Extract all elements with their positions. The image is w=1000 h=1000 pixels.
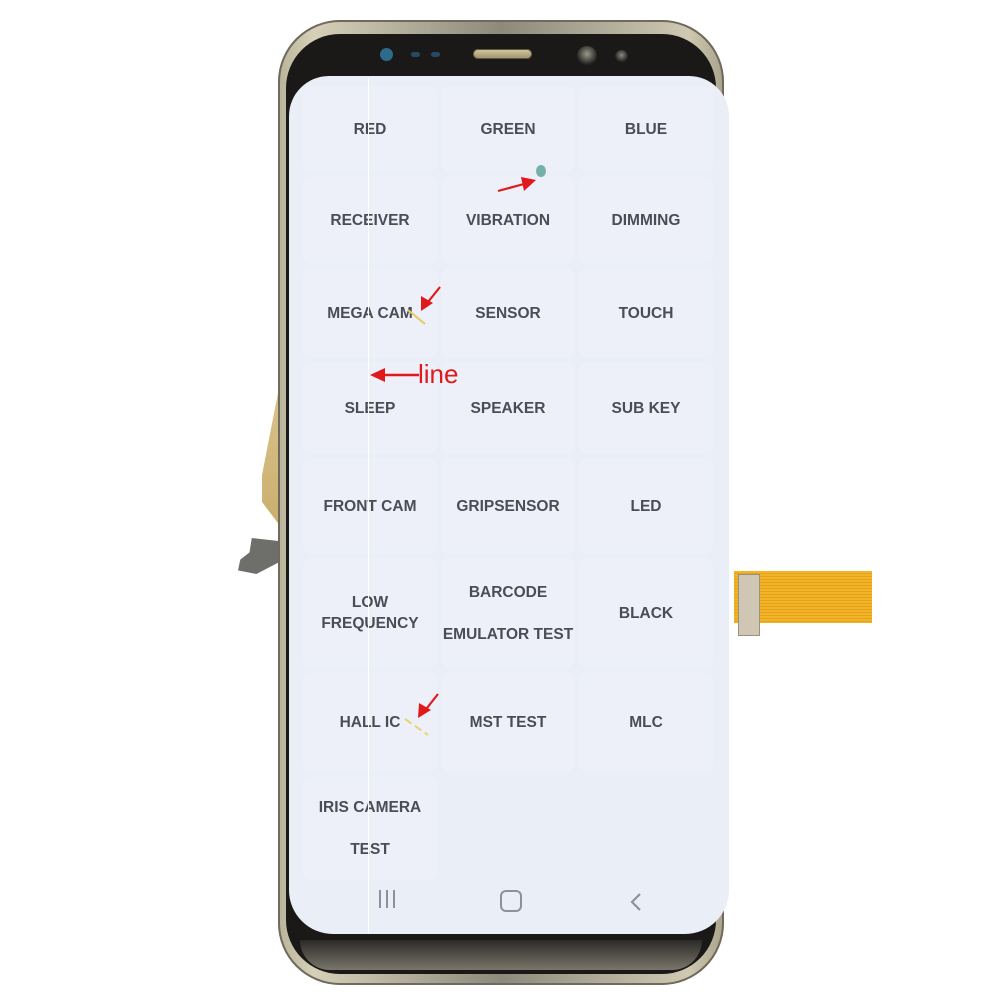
test-menu-item-label: MLC xyxy=(629,713,663,731)
recents-icon xyxy=(379,890,381,908)
test-menu-item-label: TOUCH xyxy=(618,304,674,322)
test-menu-item-label: TEST xyxy=(350,840,390,858)
empty-cell xyxy=(579,776,713,880)
test-menu-item-sub-key[interactable]: SUB KEY xyxy=(579,362,713,454)
earpiece-speaker xyxy=(473,49,532,59)
flex-cable-connector xyxy=(738,574,760,636)
test-menu-item-label: BLACK xyxy=(618,604,674,622)
screen-defect-line xyxy=(368,78,369,934)
test-menu-item-mlc[interactable]: MLC xyxy=(579,672,713,772)
test-menu-item-label: RECEIVER xyxy=(330,211,410,229)
back-button[interactable] xyxy=(627,890,647,914)
test-menu-item-label: BARCODE xyxy=(468,583,548,601)
test-menu-item-label: FRONT CAM xyxy=(323,497,417,515)
test-menu-item-hall-ic[interactable]: HALL IC xyxy=(303,672,437,772)
test-menu-item-blue[interactable]: BLUE xyxy=(579,86,713,172)
test-menu-item-label: RED xyxy=(353,120,387,138)
test-menu-item-receiver[interactable]: RECEIVER xyxy=(303,176,437,264)
test-menu-item-mst-test[interactable]: MST TEST xyxy=(441,672,575,772)
test-menu-item-label: SUB KEY xyxy=(611,399,681,417)
test-menu-item-label: BLUE xyxy=(624,120,668,138)
back-chevron-icon xyxy=(630,893,641,911)
test-menu-item-label: HALL IC xyxy=(339,713,401,731)
home-button[interactable] xyxy=(500,890,522,912)
test-menu-item-low-frequency[interactable]: LOW FREQUENCY xyxy=(303,558,437,668)
test-menu-item-dimming[interactable]: DIMMING xyxy=(579,176,713,264)
test-menu-item-barcode-emulator-test[interactable]: BARCODE EMULATOR TEST xyxy=(441,558,575,668)
test-menu-item-green[interactable]: GREEN xyxy=(441,86,575,172)
test-menu-item-black[interactable]: BLACK xyxy=(579,558,713,668)
test-menu-item-led[interactable]: LED xyxy=(579,458,713,554)
test-menu-item-sleep[interactable]: SLEEP xyxy=(303,362,437,454)
light-sensor-icon xyxy=(431,52,440,57)
test-menu-item-label: MEGA CAM xyxy=(327,304,413,322)
test-menu-item-label: GREEN xyxy=(480,120,536,138)
empty-cell xyxy=(441,776,575,880)
test-menu-item-label: EMULATOR TEST xyxy=(442,625,574,643)
proximity-sensor-icon xyxy=(411,52,420,57)
recents-button[interactable] xyxy=(377,890,397,914)
front-camera-icon xyxy=(577,46,597,66)
test-menu-item-label: MST TEST xyxy=(469,713,547,731)
test-menu-item-label: VIBRATION xyxy=(465,211,551,229)
test-menu-item-label: SPEAKER xyxy=(470,399,546,417)
test-menu-item-red[interactable]: RED xyxy=(303,86,437,172)
test-menu-item-label: DIMMING xyxy=(611,211,681,229)
test-menu-item-label: IRIS CAMERA xyxy=(318,798,422,816)
test-menu-item-label: SLEEP xyxy=(344,399,396,417)
test-menu-item-label: SENSOR xyxy=(475,304,541,322)
iris-camera-icon xyxy=(615,50,628,63)
test-menu-item-label: GRIPSENSOR xyxy=(456,497,560,515)
test-menu-grid: RED GREEN BLUE RECEIVER VIBRATION DIMMING MEGA… xyxy=(303,86,713,880)
test-menu-item-label: LOW FREQUENCY xyxy=(321,594,419,632)
test-menu-item-front-cam[interactable]: FRONT CAM xyxy=(303,458,437,554)
test-menu-item-sensor[interactable]: SENSOR xyxy=(441,268,575,358)
test-menu-item-speaker[interactable]: SPEAKER xyxy=(441,362,575,454)
line-annotation-label: line xyxy=(418,359,459,389)
test-menu-item-touch[interactable]: TOUCH xyxy=(579,268,713,358)
iris-led-icon xyxy=(380,48,393,61)
bezel-bottom xyxy=(300,940,702,970)
test-menu-item-label: LED xyxy=(630,497,662,515)
test-menu-item-mega-cam[interactable]: MEGA CAM xyxy=(303,268,437,358)
navigation-bar xyxy=(289,880,729,924)
test-menu-item-vibration[interactable]: VIBRATION xyxy=(441,176,575,264)
test-menu-item-gripsensor[interactable]: GRIPSENSOR xyxy=(441,458,575,554)
phone-screen: RED GREEN BLUE RECEIVER VIBRATION DIMMING MEGA… xyxy=(289,76,729,934)
test-menu-item-iris-camera-test[interactable]: IRIS CAMERA TEST xyxy=(303,776,437,880)
